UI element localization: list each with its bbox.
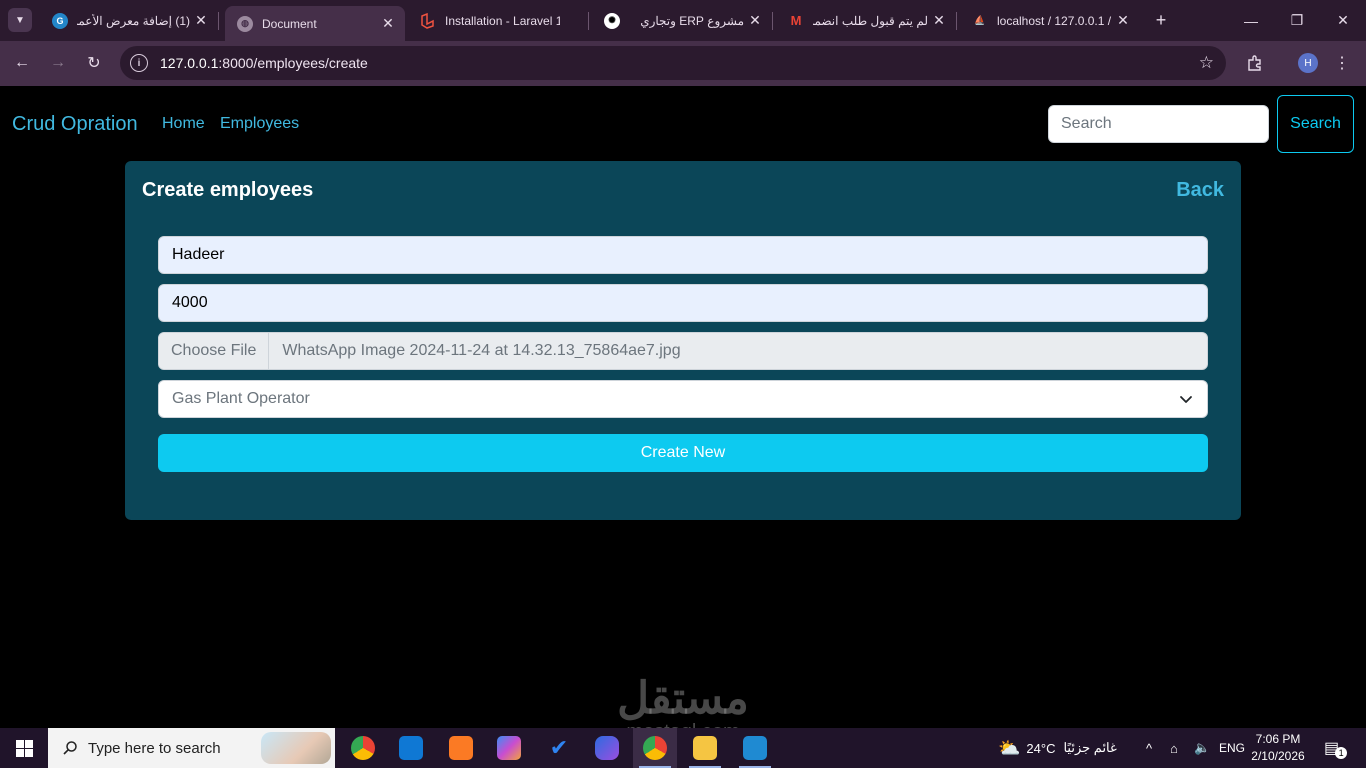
copilot-icon[interactable]	[585, 728, 629, 768]
chevron-down-icon	[1180, 396, 1192, 403]
search-highlight-image	[261, 732, 331, 764]
tab-title: (1) إضافة معرض الأعمال	[77, 13, 190, 28]
tab-laravel[interactable]: Installation - Laravel 1 ✕	[408, 0, 589, 41]
close-icon[interactable]: ✕	[377, 15, 399, 32]
windows-taskbar: Type here to search ✔ ⛅ 24°C غائم جزئيًا…	[0, 728, 1366, 768]
search-icon	[63, 741, 77, 755]
menu-kebab-icon[interactable]: ⋮	[1330, 51, 1354, 75]
windows-logo-icon	[15, 739, 33, 757]
taskbar-search-text: Type here to search	[88, 739, 221, 757]
close-icon[interactable]: ✕	[928, 12, 950, 29]
phpmyadmin-icon: ⛵	[974, 15, 986, 25]
laravel-icon	[420, 12, 436, 29]
chrome-profile-icon[interactable]	[633, 728, 677, 768]
site-navbar: Crud Opration Home Employees Search Sear…	[0, 86, 1366, 161]
url-host: 127.0.0.1	[160, 55, 219, 71]
weather-cloud-icon: ⛅	[998, 737, 1021, 758]
tab-title: Document	[262, 16, 317, 31]
tab-title: Installation - Laravel 1	[445, 13, 560, 28]
close-icon[interactable]: ✕	[190, 12, 212, 29]
browser-tab-bar: ▼ G (1) إضافة معرض الأعمال ✕ ◍ Document …	[0, 0, 1366, 41]
job-select-value: Gas Plant Operator	[172, 390, 310, 407]
weather-widget[interactable]: ⛅ 24°C غائم جزئيًا	[998, 728, 1117, 768]
file-explorer-icon[interactable]	[683, 728, 727, 768]
navbar-brand[interactable]: Crud Opration	[12, 113, 138, 136]
xampp-icon[interactable]	[439, 728, 483, 768]
tab-separator	[218, 12, 219, 30]
close-icon[interactable]: ✕	[1112, 12, 1134, 29]
tab-separator	[588, 12, 589, 30]
forward-arrow-icon[interactable]: →	[46, 51, 70, 75]
new-tab-button[interactable]: +	[1150, 9, 1172, 31]
language-indicator[interactable]: ENG	[1219, 728, 1245, 768]
tab-title: مشروع ERP وتجاري	[640, 13, 744, 28]
search-button[interactable]: Search	[1277, 95, 1354, 153]
back-link[interactable]: Back	[1176, 179, 1224, 202]
job-select[interactable]: Gas Plant Operator	[158, 380, 1208, 418]
tab-document[interactable]: ◍ Document ✕	[225, 6, 405, 41]
browser-toolbar: ← → ↻ i 127.0.0.1:8000/employees/create …	[0, 41, 1366, 86]
card-title: Create employees	[142, 179, 314, 201]
tab-search-button[interactable]: ▼	[8, 8, 32, 32]
tab-gmail[interactable]: M لم يتم قبول طلب انضمام ✕	[776, 0, 957, 41]
weather-desc: غائم جزئيًا	[1063, 740, 1117, 755]
back-arrow-icon[interactable]: ←	[10, 51, 34, 75]
create-employee-card: Create employees Back Hadeer 4000 Choose…	[125, 161, 1241, 520]
extensions-icon[interactable]	[1243, 51, 1267, 75]
network-icon[interactable]: ⌂	[1170, 728, 1178, 768]
url-text: 127.0.0.1:8000/employees/create	[160, 55, 368, 71]
m365-icon[interactable]	[487, 728, 531, 768]
tab-mostaql[interactable]: G (1) إضافة معرض الأعمال ✕	[40, 0, 219, 41]
volume-icon[interactable]: 🔈	[1194, 728, 1210, 768]
tab-title: لم يتم قبول طلب انضمام	[813, 13, 928, 28]
tab-separator	[772, 12, 773, 30]
system-clock[interactable]: 7:06 PM 2/10/2026	[1248, 731, 1308, 765]
page-viewport: Crud Opration Home Employees Search Sear…	[0, 86, 1366, 742]
tab-chatgpt[interactable]: ✺ مشروع ERP وتجاري ✕	[592, 0, 773, 41]
clock-time: 7:06 PM	[1255, 732, 1301, 746]
notification-count: 1	[1335, 747, 1348, 759]
address-bar[interactable]: i 127.0.0.1:8000/employees/create ☆	[120, 46, 1226, 80]
choose-file-button[interactable]: Choose File	[159, 333, 270, 369]
image-file-input[interactable]: Choose File WhatsApp Image 2024-11-24 at…	[158, 332, 1208, 370]
profile-avatar[interactable]: H	[1298, 53, 1318, 73]
outlook-icon[interactable]	[389, 728, 433, 768]
reload-icon[interactable]: ↻	[82, 51, 106, 75]
chrome-icon[interactable]	[341, 728, 385, 768]
chatgpt-icon: ✺	[604, 12, 620, 29]
taskbar-search-box[interactable]: Type here to search	[48, 728, 335, 768]
site-info-icon[interactable]: i	[130, 54, 148, 72]
close-icon[interactable]: ✕	[744, 12, 766, 29]
notifications-icon[interactable]: ▤ 1	[1324, 728, 1348, 768]
clock-date: 2/10/2026	[1251, 749, 1305, 763]
show-hidden-icons-chevron-icon[interactable]: ^	[1146, 728, 1152, 768]
tab-title: localhost / 127.0.0.1 /	[997, 13, 1112, 28]
search-input[interactable]: Search	[1048, 105, 1269, 143]
weather-temp: 24°C	[1026, 740, 1056, 756]
salary-field[interactable]: 4000	[158, 284, 1208, 322]
nav-link-home[interactable]: Home	[162, 115, 205, 133]
tab-phpmyadmin[interactable]: ⛵ localhost / 127.0.0.1 / ✕	[960, 0, 1140, 41]
nav-link-employees[interactable]: Employees	[220, 115, 299, 133]
minimize-button[interactable]: —	[1228, 0, 1274, 41]
start-button[interactable]	[0, 728, 48, 768]
url-path: :8000/employees/create	[218, 55, 368, 71]
tab-separator	[956, 12, 957, 30]
bookmark-star-icon[interactable]: ☆	[1199, 53, 1214, 73]
gmail-icon: M	[790, 13, 802, 28]
create-new-button[interactable]: Create New	[158, 434, 1208, 472]
restore-button[interactable]: ❐	[1274, 0, 1320, 41]
globe-icon: ◍	[237, 15, 253, 32]
window-close-button[interactable]: ✕	[1320, 0, 1366, 41]
name-field[interactable]: Hadeer	[158, 236, 1208, 274]
file-name-text: WhatsApp Image 2024-11-24 at 14.32.13_75…	[282, 342, 681, 359]
vscode-icon[interactable]	[733, 728, 777, 768]
mostaql-icon: G	[52, 12, 68, 29]
watermark-arabic: مستقل	[617, 674, 749, 723]
todo-icon[interactable]: ✔	[537, 728, 581, 768]
